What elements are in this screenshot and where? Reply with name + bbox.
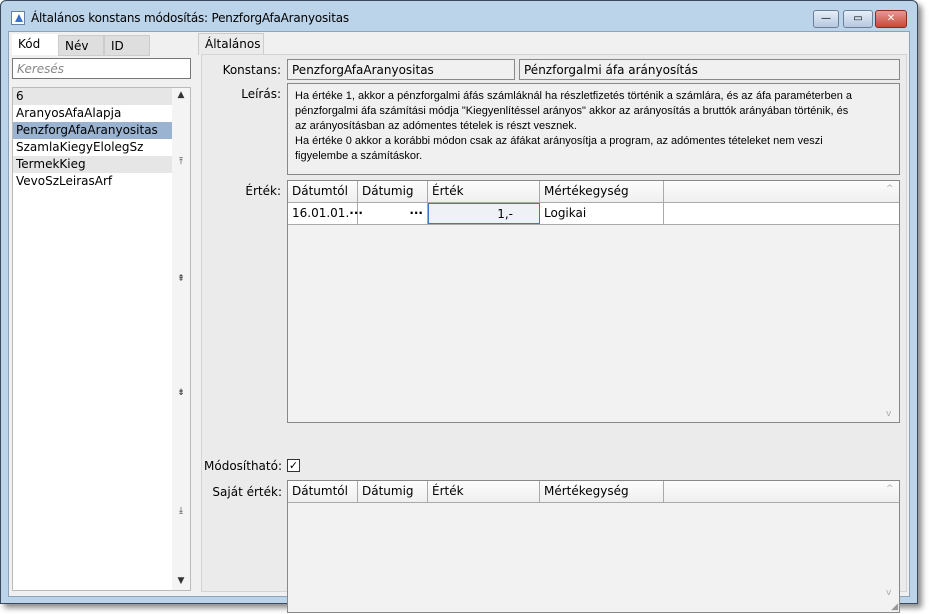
code-list: 6 AranyosAfaAlapja PenzforgAfaAranyosita… (12, 87, 191, 591)
scroll-up-icon[interactable]: ^ (886, 184, 894, 194)
grid-scrollbar[interactable]: ^ v ◢ (882, 481, 899, 612)
col-datumig[interactable]: Dátumig (358, 481, 428, 502)
scroll-top-icon[interactable]: ⤒ (172, 157, 190, 167)
cell-mertekegyseg[interactable]: Logikai (540, 203, 664, 224)
value-grid: Dátumtól Dátumig Érték Mértékegység 16.0… (287, 180, 900, 423)
search-input[interactable]: Keresés (12, 58, 191, 79)
col-datumig[interactable]: Dátumig (358, 181, 428, 202)
client-area: Kód Név ID Keresés 6 AranyosAfaAlapja Pe… (8, 31, 910, 613)
modosithato-checkbox[interactable]: ✓ (287, 459, 300, 472)
tab-id[interactable]: ID (104, 35, 150, 56)
col-empty (664, 181, 884, 202)
description-line: Ha értéke 0 akkor a korábbi módon csak a… (295, 135, 823, 147)
description-line: figyelembe a számításkor. (295, 150, 423, 162)
table-row[interactable]: 16.01.01. ··· ··· 1,- Logikai (288, 203, 899, 225)
description-line: Ha értéke 1, akkor a pénzforgalmi áfás s… (295, 90, 852, 102)
col-mertekegyseg[interactable]: Mértékegység (540, 481, 664, 502)
konstans-label: Konstans: (222, 63, 281, 77)
close-button[interactable]: ✕ (875, 10, 907, 28)
cell-datumtol[interactable]: 16.01.01. ··· (288, 203, 363, 224)
list-item[interactable]: 6 (13, 88, 174, 105)
sajat-ertek-label: Saját érték: (212, 485, 282, 499)
resize-grip-icon[interactable]: ◢ (891, 602, 898, 612)
maximize-button[interactable]: ▭ (843, 10, 873, 28)
general-panel: Konstans: PenzforgAfaAranyositas Pénzfor… (201, 54, 907, 613)
scroll-down-icon[interactable]: v (886, 409, 891, 419)
grid-header: Dátumtól Dátumig Érték Mértékegység (288, 181, 899, 203)
datumtol-value: 16.01.01. (292, 206, 350, 220)
ertek-label: Érték: (245, 184, 281, 198)
cell-ertek[interactable]: 1,- (428, 203, 540, 224)
grid-header: Dátumtól Dátumig Érték Mértékegység (288, 481, 899, 503)
konstans-code-field[interactable]: PenzforgAfaAranyositas (287, 59, 515, 80)
list-item[interactable]: VevoSzLeirasArf (13, 173, 174, 190)
list-item[interactable]: SzamlaKiegyElolegSz (13, 139, 174, 156)
tab-altalanos[interactable]: Általános (198, 33, 264, 55)
scroll-bottom-icon[interactable]: ⤓ (172, 506, 190, 516)
cell-datumig[interactable]: ··· (358, 203, 428, 224)
grid-scrollbar[interactable]: ^ v (882, 181, 899, 422)
scroll-down-icon[interactable]: ▼ (172, 576, 190, 586)
col-datumtol[interactable]: Dátumtól (288, 181, 358, 202)
window-title: Általános konstans módosítás: PenzforgAf… (31, 11, 349, 25)
own-value-grid: Dátumtól Dátumig Érték Mértékegység ^ v ◢ (287, 480, 900, 613)
ellipsis-button[interactable]: ··· (409, 206, 423, 220)
col-ertek[interactable]: Érték (428, 181, 540, 202)
col-ertek[interactable]: Érték (428, 481, 540, 502)
window: Általános konstans módosítás: PenzforgAf… (0, 0, 918, 613)
scroll-up-icon[interactable]: ▲ (172, 90, 190, 100)
list-scrollbar[interactable]: ▲ ⤒ ⇞ ⇟ ⤓ ▼ (172, 88, 190, 590)
description-line: az arányosításban az adómentes tételek i… (295, 120, 577, 132)
list-item-selected[interactable]: PenzforgAfaAranyositas (13, 122, 174, 139)
scroll-down-icon[interactable]: v (886, 588, 891, 598)
list-item[interactable]: TermekKieg (13, 156, 174, 173)
col-empty (664, 481, 884, 502)
modosithato-label: Módosítható: (204, 459, 282, 473)
leiras-label: Leírás: (241, 87, 281, 101)
scroll-up-icon[interactable]: ^ (886, 484, 894, 494)
list-item[interactable]: AranyosAfaAlapja (13, 105, 174, 122)
description-field[interactable]: Ha értéke 1, akkor a pénzforgalmi áfás s… (287, 83, 900, 175)
cell-empty (664, 203, 884, 224)
app-icon (11, 11, 25, 25)
konstans-name-field[interactable]: Pénzforgalmi áfa arányosítás (519, 59, 900, 80)
tab-nev[interactable]: Név (58, 35, 104, 56)
page-down-icon[interactable]: ⇟ (172, 388, 190, 398)
minimize-button[interactable]: — (813, 10, 839, 28)
col-datumtol[interactable]: Dátumtól (288, 481, 358, 502)
description-line: pénzforgalmi áfa számítási módja "Kiegye… (295, 105, 849, 117)
tab-kod[interactable]: Kód (12, 34, 58, 55)
col-mertekegyseg[interactable]: Mértékegység (540, 181, 664, 202)
page-up-icon[interactable]: ⇞ (172, 274, 190, 284)
